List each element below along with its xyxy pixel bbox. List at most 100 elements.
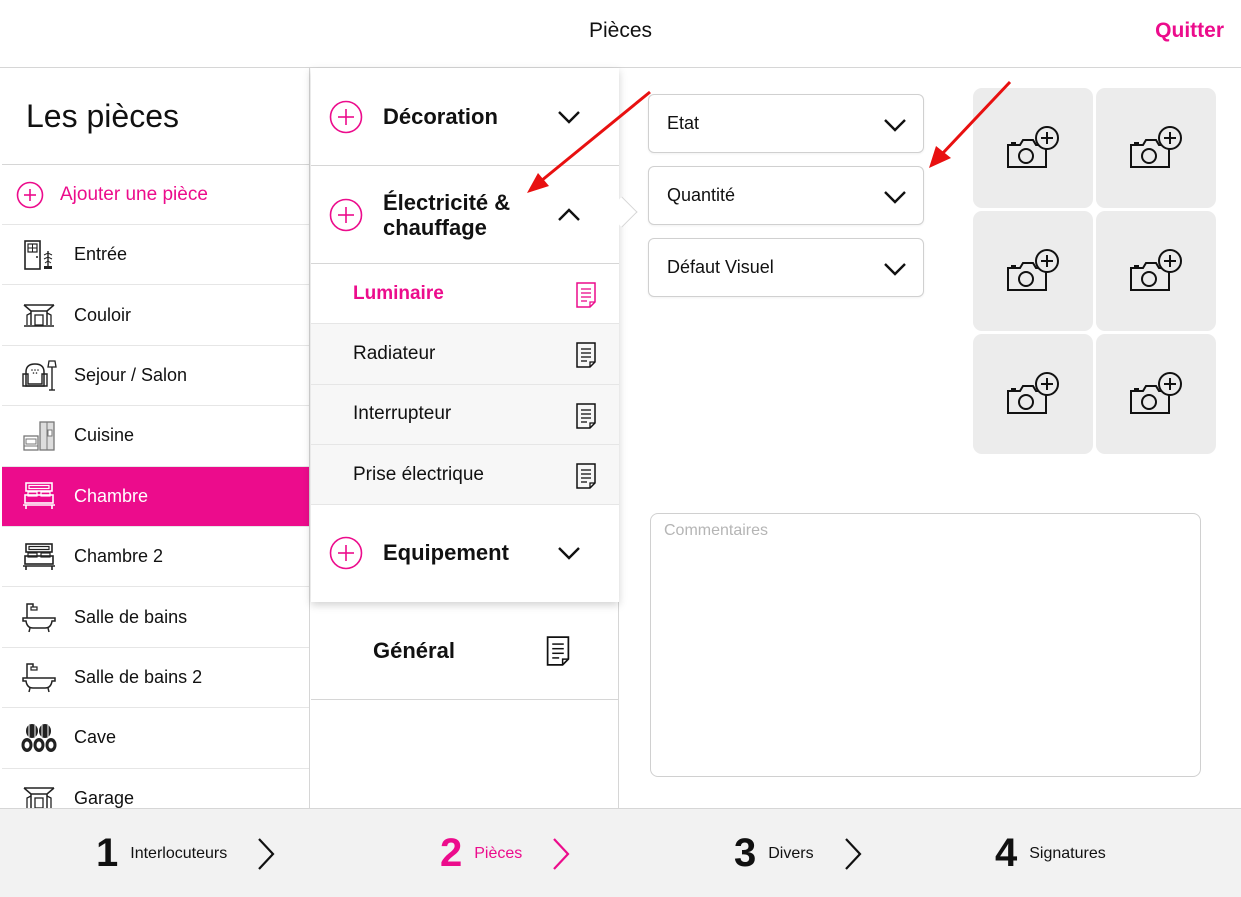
room-item-chambre[interactable]: Chambre [2,466,309,527]
add-photo-button[interactable] [1096,88,1216,208]
room-label: Cuisine [74,425,135,446]
room-label: Salle de bains [74,606,188,627]
quantite-select[interactable]: Quantité [648,166,924,225]
room-label: Salle de bains 2 [74,666,203,687]
camera-plus-icon [1130,126,1182,168]
annotation-arrow-head [929,146,951,168]
step-pieces[interactable]: 2 Pièces [440,809,570,897]
steps-bar: 1 Interlocuteurs 2 Pièces 3 Divers 4 Sig… [0,808,1241,897]
chevron-right-icon [844,837,862,870]
chevron-down-icon [558,546,580,560]
plus-circle-icon [329,536,363,569]
subitem-label: Luminaire [353,282,444,304]
armchair-icon [18,358,60,392]
document-icon [576,282,596,308]
room-item-cuisine[interactable]: Cuisine [2,406,309,467]
subitem-radiateur[interactable]: Radiateur [311,324,619,385]
add-photo-button[interactable] [973,88,1093,208]
subitem-prise-electrique[interactable]: Prise électrique [311,444,619,506]
room-label: Garage [74,787,135,808]
add-photo-button[interactable] [973,211,1093,331]
chevron-down-icon [884,263,906,276]
camera-plus-icon [1130,372,1182,414]
general-item[interactable]: Général [311,602,619,700]
camera-plus-icon [1007,249,1059,291]
category-label: Électricité & chauffage [383,189,511,240]
room-label: Couloir [74,304,132,325]
category-decoration[interactable]: Décoration [311,68,619,166]
kitchen-icon [18,419,60,453]
step-number: 4 [995,831,1018,875]
document-icon [546,636,570,666]
step-label: Signatures [1029,844,1106,862]
step-number: 3 [734,831,757,875]
select-label: Quantité [667,185,736,205]
garage-icon [18,781,60,808]
room-label: Chambre [74,485,149,506]
step-interlocuteurs[interactable]: 1 Interlocuteurs [96,809,275,897]
door-icon [18,238,60,272]
bed-icon [18,479,60,513]
camera-plus-icon [1007,126,1059,168]
add-room-label: Ajouter une pièce [60,183,208,205]
general-label: Général [373,637,455,663]
plus-circle-icon [16,181,44,208]
room-item-salle-de-bains[interactable]: Salle de bains [2,587,309,648]
room-label: Entrée [74,244,128,265]
category-label: Equipement [383,540,509,566]
bathtub-icon [18,600,60,634]
top-bar: Pièces Quitter [0,0,1241,68]
categories-column: Décoration Électricité & chauffage Lumin… [311,68,638,808]
room-label: Sejour / Salon [74,364,188,385]
step-number: 1 [96,831,119,875]
chevron-down-icon [884,119,906,132]
step-signatures[interactable]: 4 Signatures [995,809,1106,897]
page-title: Pièces [588,19,653,42]
etat-select[interactable]: Etat [648,94,924,153]
room-item-garage[interactable]: Garage [2,769,309,808]
room-item-cave[interactable]: Cave [2,708,309,769]
categories-panel: Décoration Électricité & chauffage Lumin… [311,68,619,602]
category-label: Décoration [383,104,498,129]
step-divers[interactable]: 3 Divers [734,809,862,897]
add-photo-button[interactable] [1096,334,1216,454]
subitem-label: Prise électrique [353,463,484,485]
document-icon [576,342,596,369]
document-icon [576,402,596,429]
add-photo-button[interactable] [973,334,1093,454]
app-window: Pièces Quitter Les pièces Ajouter une pi… [0,0,1241,897]
select-label: Etat [667,113,700,133]
category-equipement[interactable]: Equipement [311,505,619,600]
defaut-visuel-select[interactable]: Défaut Visuel [648,238,924,297]
room-item-salle-de-bains-2[interactable]: Salle de bains 2 [2,648,309,709]
chevron-right-icon [258,837,275,870]
subitem-interrupteur[interactable]: Interrupteur [311,384,619,445]
bed-icon [18,540,60,574]
category-electricite-chauffage[interactable]: Électricité & chauffage [311,166,619,264]
camera-plus-icon [1007,372,1059,414]
room-item-chambre-2[interactable]: Chambre 2 [2,527,309,588]
document-icon [576,463,596,489]
rooms-sidebar: Les pièces Ajouter une pièce Entrée Coul… [2,68,310,808]
bathtub-icon [18,660,60,694]
quit-button[interactable]: Quitter [1155,19,1224,43]
plus-circle-icon [329,100,363,133]
comments-field[interactable] [650,513,1201,777]
chevron-right-icon [553,837,570,870]
add-photo-button[interactable] [1096,211,1216,331]
chevron-down-icon [558,110,580,124]
subitem-luminaire[interactable]: Luminaire [311,264,619,325]
step-label: Divers [768,844,814,862]
chevron-up-icon [558,207,580,221]
rooms-heading: Les pièces [2,68,309,165]
subitem-label: Radiateur [353,342,436,364]
room-item-sejour[interactable]: Sejour / Salon [2,346,309,407]
room-item-couloir[interactable]: Couloir [2,285,309,346]
step-number: 2 [440,831,463,875]
select-label: Défaut Visuel [667,257,774,277]
camera-plus-icon [1130,249,1182,291]
add-room-button[interactable]: Ajouter une pièce [2,165,309,225]
room-item-entree[interactable]: Entrée [2,225,309,286]
subitem-label: Interrupteur [353,403,452,425]
room-label: Cave [74,727,117,748]
